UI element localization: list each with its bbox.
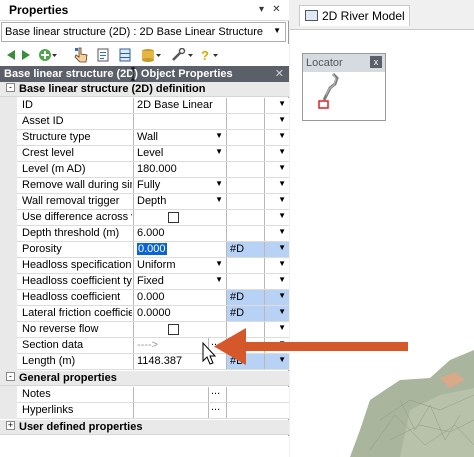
text-cursor-icon — [131, 67, 135, 81]
mouse-cursor-icon — [202, 341, 217, 365]
callout-arrow — [214, 328, 408, 365]
callout-overlay — [131, 67, 408, 365]
